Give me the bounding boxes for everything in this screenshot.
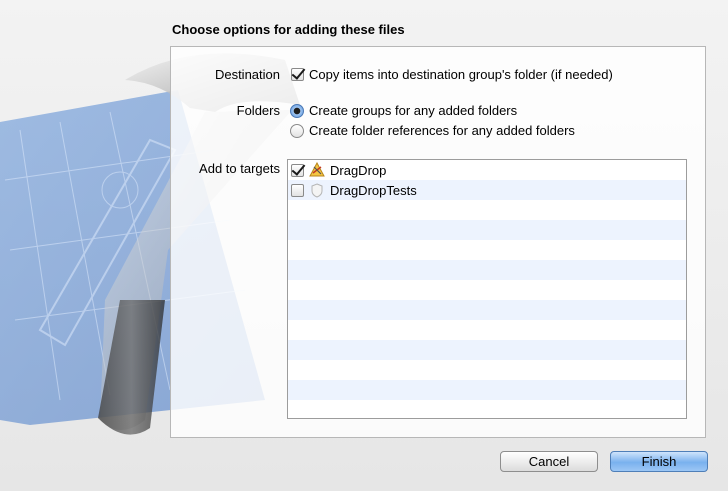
targets-list[interactable]: DragDrop DragDropTests: [287, 159, 687, 419]
add-files-sheet: Choose options for adding these files De…: [0, 0, 728, 491]
copy-items-label: Copy items into destination group's fold…: [309, 67, 613, 82]
list-item: [288, 300, 686, 320]
list-item: [288, 240, 686, 260]
test-bundle-icon: [309, 182, 325, 198]
list-item: [288, 320, 686, 340]
list-item: [288, 200, 686, 220]
list-item: [288, 400, 686, 418]
create-folder-references-label: Create folder references for any added f…: [309, 123, 575, 138]
checkmark-icon: [291, 68, 304, 81]
list-item: [288, 380, 686, 400]
add-to-targets-label: Add to targets: [199, 161, 280, 176]
list-item: [288, 360, 686, 380]
destination-label: Destination: [214, 67, 280, 82]
cancel-button[interactable]: Cancel: [500, 451, 598, 472]
target-label-dragdroptests: DragDropTests: [330, 182, 417, 198]
create-folder-references-radio[interactable]: Create folder references for any added f…: [290, 123, 575, 138]
list-item: [288, 280, 686, 300]
list-item: [288, 340, 686, 360]
app-target-icon: [309, 162, 325, 178]
create-groups-radio[interactable]: Create groups for any added folders: [290, 103, 517, 118]
list-item: [288, 220, 686, 240]
create-groups-label: Create groups for any added folders: [309, 103, 518, 118]
radio-selected-icon: [290, 103, 304, 118]
target-label-dragdrop: DragDrop: [330, 162, 387, 178]
finish-button[interactable]: Finish: [610, 451, 708, 472]
target-checkbox-dragdroptests[interactable]: [291, 183, 304, 197]
folders-label: Folders: [236, 103, 280, 118]
target-checkbox-dragdrop[interactable]: [291, 163, 304, 177]
dialog-title: Choose options for adding these files: [172, 22, 405, 37]
list-item: [288, 260, 686, 280]
copy-items-checkbox[interactable]: Copy items into destination group's fold…: [291, 67, 613, 82]
radio-unselected-icon: [290, 123, 304, 138]
target-row-dragdroptests[interactable]: DragDropTests: [288, 180, 686, 200]
target-row-dragdrop[interactable]: DragDrop: [288, 160, 686, 180]
